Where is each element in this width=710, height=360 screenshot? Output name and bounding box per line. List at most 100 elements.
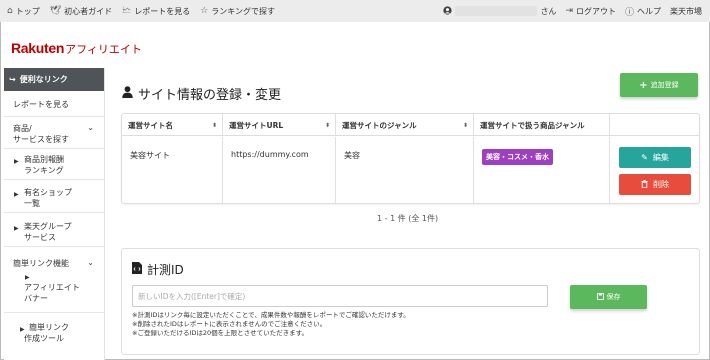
user-icon: [122, 85, 133, 102]
sort-icon: ⬍: [211, 121, 217, 129]
nav-top-link[interactable]: ⌂ トップ: [7, 6, 40, 17]
measurement-id-title: 計測ID: [132, 261, 184, 278]
nav-top-label: トップ: [15, 6, 40, 16]
page-title: サイト情報の登録・変更: [122, 84, 281, 103]
sidebar-item-report-label: レポートを見る: [13, 100, 69, 109]
help-label: ヘルプ: [637, 6, 661, 16]
chart-icon: 🗠: [122, 6, 132, 16]
sidebar: ↪ 便利なリンク レポートを見る 商品/ サービスを探す ⌄ ▶ 商品別報酬 ラ…: [4, 68, 105, 360]
measurement-notes: ※計測IDはリンク毎に設定いただくことで、成果件数や報酬をレポートでご確認いただ…: [132, 311, 410, 338]
top-nav-bar: ⌂ トップ 🕊 初心者ガイド 🗠 レポートを見る ☆ ランキングで探す さん ⇥…: [0, 0, 710, 22]
logo-sub: アフィリエイト: [65, 43, 142, 56]
star-icon: ☆: [200, 6, 209, 16]
note-line: ※削除されたIDはレポートに表示されませんのでご注意ください。: [132, 320, 327, 328]
pencil-icon: ✎: [641, 153, 648, 162]
column-actions: [610, 114, 699, 136]
column-site-name-label: 運営サイト名: [128, 120, 173, 130]
sort-icon: ⬍: [324, 121, 330, 129]
measurement-id-input[interactable]: [132, 285, 548, 307]
column-site-url[interactable]: 運営サイトURL ⬍: [223, 114, 336, 136]
page-title-text: サイト情報の登録・変更: [138, 88, 282, 103]
sidebar-group-line2: サービス: [24, 233, 56, 242]
sidebar-item-link-tool[interactable]: ▶ 簡単リンク 作成ツール: [4, 313, 104, 343]
nav-ranking-link[interactable]: ☆ ランキングで探す: [200, 6, 275, 17]
help-icon: ⓘ: [624, 7, 634, 18]
nav-guide-link[interactable]: 🕊 初心者ガイド: [50, 6, 112, 17]
user-name-masked: [455, 6, 538, 16]
help-link[interactable]: ⓘ ヘルプ: [625, 5, 661, 18]
sidebar-header: ↪ 便利なリンク: [4, 68, 104, 91]
caret-right-icon: ▶: [14, 158, 19, 165]
table-row: 美容サイト https://dummy.com 美容 美容・コスメ・香水 ✎ 編…: [122, 137, 699, 203]
cell-product-genre: 美容・コスメ・香水: [474, 137, 610, 203]
column-site-genre-label: 運営サイトのジャンル: [342, 120, 417, 130]
column-site-genre[interactable]: 運営サイトのジャンル ⬍: [336, 114, 474, 136]
nav-report-link[interactable]: 🗠 レポートを見る: [122, 3, 190, 19]
site-table: 運営サイト名 ⬍ 運営サイトURL ⬍ 運営サイトのジャンル ⬍ 運営サイトで扱…: [121, 113, 700, 204]
measurement-id-title-text: 計測ID: [147, 263, 184, 277]
cell-site-genre: 美容: [336, 137, 474, 203]
edit-button[interactable]: ✎ 編集: [619, 147, 691, 168]
sidebar-item-products[interactable]: 商品/ サービスを探す ⌄: [4, 117, 104, 149]
sidebar-header-label: 便利なリンク: [19, 75, 68, 84]
sidebar-item-ranking[interactable]: ▶ 商品別報酬 ランキング: [4, 149, 104, 180]
save-icon: [596, 292, 604, 302]
table-header: 運営サイト名 ⬍ 運営サイトURL ⬍ 運営サイトのジャンル ⬍ 運営サイトで扱…: [122, 114, 699, 136]
pagination-info: 1 - 1 件 (全 1件): [377, 214, 439, 223]
nav-guide-label: 初心者ガイド: [64, 6, 113, 16]
sidebar-shops-line2: 一覧: [24, 199, 40, 208]
home-icon: ⌂: [7, 6, 13, 16]
code-file-icon: [132, 262, 142, 277]
sidebar-link-tool-line2: 作成ツール: [24, 334, 64, 343]
sidebar-ranking-line1: 商品別報酬: [24, 155, 64, 164]
column-site-name[interactable]: 運営サイト名 ⬍: [122, 114, 223, 136]
measurement-id-card: 計測ID 保存 ※計測IDはリンク毎に設定いただくことで、成果件数や報酬をレポー…: [121, 248, 700, 355]
caret-right-icon: ▶: [20, 326, 25, 333]
logout-label: ログアウト: [575, 6, 616, 16]
sidebar-products-line2: サービスを探す: [13, 135, 69, 144]
logo-brand: Rakuten: [11, 40, 65, 56]
add-registration-label: 追加登録: [650, 81, 679, 89]
chevron-down-icon: ⌄: [87, 258, 94, 267]
nav-report-label: レポートを見る: [134, 6, 191, 16]
rakuten-market-link[interactable]: 楽天市場: [670, 6, 702, 17]
chevron-down-icon: ⌄: [87, 123, 94, 132]
caret-right-icon: ▶: [25, 274, 30, 281]
logout-link[interactable]: ⇥ ログアウト: [565, 6, 616, 17]
trash-icon: [641, 179, 648, 190]
user-icon: [443, 5, 453, 17]
sidebar-products-line1: 商品/: [13, 124, 32, 133]
column-product-genre-label: 運営サイトで扱う商品ジャンル: [480, 120, 585, 130]
edit-label: 編集: [652, 153, 669, 162]
cell-site-name: 美容サイト: [122, 137, 223, 203]
sidebar-group-line1: 楽天グループ: [24, 222, 72, 231]
column-product-genre[interactable]: 運営サイトで扱う商品ジャンル: [474, 114, 610, 136]
delete-button[interactable]: 削除: [619, 174, 691, 195]
sidebar-item-banner[interactable]: ▶ アフィリエイト バナー: [4, 269, 104, 313]
sort-icon: ⬍: [462, 121, 468, 129]
share-icon: ↪: [9, 75, 16, 84]
note-line: ※計測IDはリンク毎に設定いただくことで、成果件数や報酬をレポートでご確認いただ…: [132, 311, 410, 319]
add-registration-button[interactable]: + 追加登録: [620, 73, 698, 97]
sidebar-ranking-line2: ランキング: [24, 166, 64, 175]
caret-right-icon: ▶: [14, 191, 19, 198]
sidebar-item-easy-link[interactable]: 簡単リンク機能 ⌄: [4, 247, 104, 269]
sidebar-item-report[interactable]: レポートを見る: [4, 91, 104, 117]
sidebar-item-shops[interactable]: ▶ 有名ショップ 一覧: [4, 180, 104, 213]
sidebar-link-tool-line1: 簡単リンク: [29, 323, 69, 332]
sidebar-banner-line1: アフィリエイト: [24, 283, 80, 292]
market-label: 楽天市場: [670, 6, 702, 16]
sidebar-banner-line2: バナー: [24, 294, 48, 303]
save-label: 保存: [606, 293, 621, 301]
rakuten-affiliate-logo[interactable]: Rakuten アフィリエイト: [11, 40, 142, 57]
column-site-url-label: 運営サイトURL: [229, 120, 284, 130]
note-line: ※ご登録いただけるIDは20個を上限とさせていただきます。: [132, 329, 308, 337]
save-button[interactable]: 保存: [570, 285, 647, 309]
plus-icon: +: [639, 79, 648, 91]
sidebar-item-group-services[interactable]: ▶ 楽天グループ サービス: [4, 213, 104, 247]
user-suffix: さん: [540, 6, 557, 16]
product-genre-badge: 美容・コスメ・香水: [482, 149, 553, 165]
caret-right-icon: ▶: [14, 225, 19, 232]
user-menu[interactable]: さん: [443, 5, 557, 17]
nav-ranking-label: ランキングで探す: [211, 6, 276, 16]
